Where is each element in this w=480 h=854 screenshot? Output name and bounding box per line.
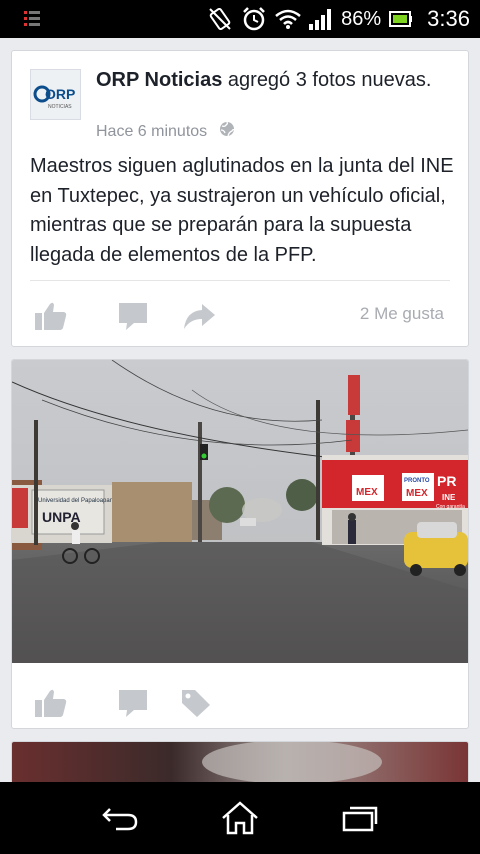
recents-icon[interactable] — [330, 796, 390, 840]
battery-icon — [389, 10, 413, 28]
comment-icon[interactable] — [118, 688, 148, 723]
page-name[interactable]: ORP Noticias — [96, 69, 222, 91]
battery-percent: 86% — [341, 7, 382, 30]
vibrate-icon — [207, 6, 233, 32]
tag-icon[interactable] — [180, 688, 212, 723]
like-icon[interactable] — [34, 301, 68, 336]
photo-store-right2: INE — [442, 493, 456, 502]
back-icon[interactable] — [90, 796, 150, 840]
photo-store-right: PR — [437, 473, 456, 489]
photo-sign-left: Universidad del Papaloapan — [38, 498, 113, 504]
post-photo[interactable]: Universidad del Papaloapan UNPA MEX PRON… — [12, 360, 468, 663]
notification-icon — [24, 9, 40, 27]
home-icon[interactable] — [210, 796, 270, 840]
post-text: Maestros siguen aglutinados en la junta … — [30, 155, 454, 266]
post-action-text: agregó 3 fotos nuevas. — [227, 69, 432, 91]
post-card: ORP NOTICIAS ORP Noticias agregó 3 fotos… — [11, 50, 469, 347]
signal-icon — [309, 8, 333, 30]
post-meta: Hace 6 minutos — [96, 121, 235, 142]
photo-store-brand2: MEX — [406, 488, 428, 499]
likes-count[interactable]: 2 Me gusta — [360, 304, 444, 324]
clock: 3:36 — [427, 6, 470, 31]
navigation-bar — [0, 782, 480, 854]
like-icon[interactable] — [34, 688, 68, 723]
alarm-icon — [241, 6, 267, 32]
globe-icon — [219, 121, 235, 142]
share-icon[interactable] — [182, 301, 216, 336]
divider — [30, 280, 450, 281]
page-avatar[interactable]: ORP NOTICIAS — [30, 69, 81, 120]
post-timestamp[interactable]: Hace 6 minutos — [96, 123, 207, 141]
wifi-icon — [275, 8, 301, 30]
photo-store-brand: PRONTO — [404, 478, 430, 484]
photo-store-logo: MEX — [356, 487, 378, 498]
status-bar: 86% 3:36 — [0, 0, 480, 38]
post-header: ORP Noticias agregó 3 fotos nuevas. — [96, 68, 436, 93]
avatar-logo-text: ORP — [45, 86, 75, 102]
comment-icon[interactable] — [118, 301, 148, 336]
photo-actions — [12, 678, 468, 728]
photo-store-small: Con garantía — [436, 504, 465, 510]
avatar-logo-subtext: NOTICIAS — [48, 104, 72, 110]
photo-card: Universidad del Papaloapan UNPA MEX PRON… — [11, 359, 469, 729]
